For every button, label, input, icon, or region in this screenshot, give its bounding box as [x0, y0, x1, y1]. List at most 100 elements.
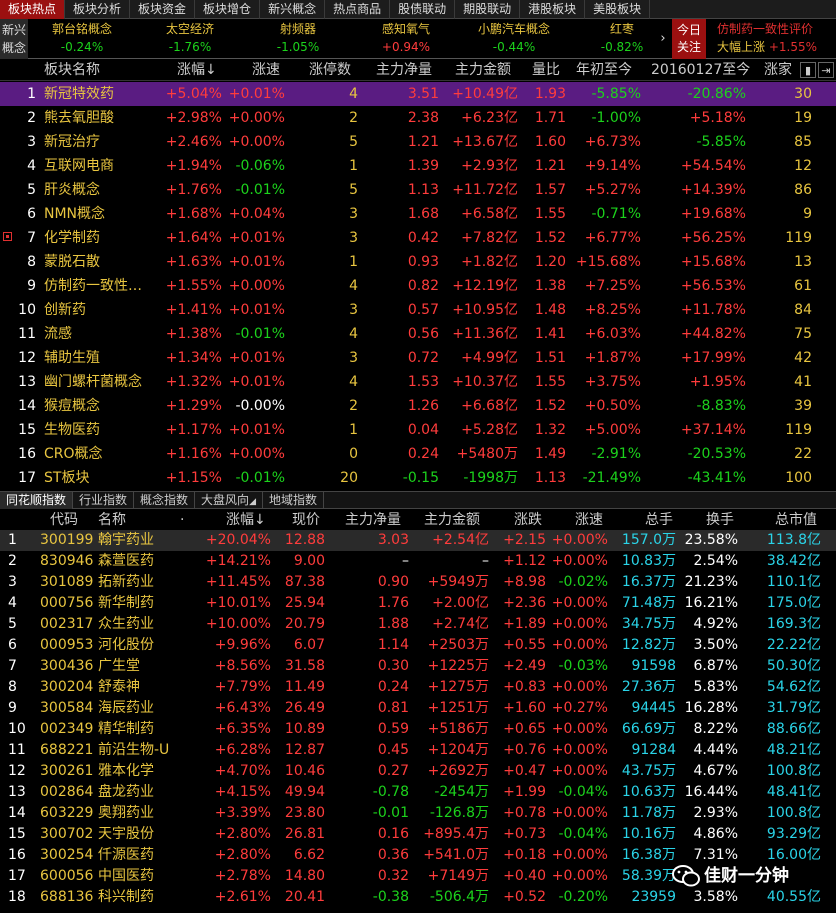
collapse-panel-icon[interactable]: ▮: [800, 62, 816, 78]
header-market-cap[interactable]: 总市值: [775, 510, 817, 531]
header-diff[interactable]: 涨跌: [514, 510, 542, 531]
stock-row[interactable]: 6 000953 河化股份 +9.96% 6.07 1.14 +2503万 +0.55 +0.0…: [0, 635, 836, 656]
stock-price: 14.80: [284, 868, 325, 884]
sector-name: ST板块: [44, 470, 90, 486]
exit-icon[interactable]: ⇥: [818, 62, 834, 78]
header-ytd[interactable]: 年初至今: [576, 59, 632, 81]
sector-row[interactable]: 9 仿制药一致性… +1.55% +0.00% 4 0.82 +12.19亿 1.38 +7.2…: [0, 274, 836, 298]
stock-row[interactable]: 10 002349 精华制药 +6.35% 10.89 0.59 +5186万 +0.65 +0…: [0, 719, 836, 740]
stock-row[interactable]: 3 301089 拓新药业 +11.45% 87.38 0.90 +5949万 +8.98 -0…: [0, 572, 836, 593]
chevron-right-icon[interactable]: ›: [655, 19, 671, 59]
stock-row[interactable]: 1 300199 翰宇药业 +20.04% 12.88 3.03 +2.54亿 +2.15 +0…: [0, 530, 836, 551]
sector-row[interactable]: 8 蒙脱石散 +1.63% +0.01% 1 0.93 +1.82亿 1.20 +15.68% +…: [0, 250, 836, 274]
stock-diff: +0.52: [503, 889, 546, 905]
sector-row[interactable]: 4 互联网电商 +1.94% -0.06% 1 1.39 +2.93亿 1.21 +9.14% +…: [0, 154, 836, 178]
stock-price: 11.49: [284, 679, 325, 695]
header-price[interactable]: 现价: [292, 510, 320, 531]
top-tab[interactable]: 新兴概念: [260, 0, 326, 19]
header-stock-main-amount[interactable]: 主力金额: [424, 510, 480, 531]
top-tab[interactable]: 板块增仓: [195, 0, 261, 19]
header-main-net[interactable]: 主力净量: [376, 59, 432, 81]
watermark-text: 佳财一分钟: [704, 866, 789, 886]
sector-row[interactable]: 17 ST板块 +1.15% -0.01% 20 -0.15 -1998万 1.13 -21.4…: [0, 466, 836, 490]
stock-row[interactable]: 13 002864 盘龙药业 +4.15% 49.94 -0.78 -2454万 +1.99-…: [0, 782, 836, 803]
top-tab[interactable]: 板块资金: [130, 0, 196, 19]
index-tab[interactable]: 概念指数: [134, 492, 196, 509]
header-volume[interactable]: 总手: [645, 510, 673, 531]
header-code[interactable]: 代码: [50, 510, 78, 531]
index-tab[interactable]: 大盘风向◢: [195, 492, 263, 509]
concept-item[interactable]: 太空经济 -1.76%: [136, 19, 244, 59]
sector-since: +17.99%: [680, 350, 746, 366]
header-turnover[interactable]: 换手: [706, 510, 734, 531]
sector-speed: +0.01%: [228, 86, 285, 102]
header-main-amount[interactable]: 主力金额: [455, 59, 511, 81]
header-change-label: 涨幅: [177, 62, 205, 78]
sector-since: +37.14%: [680, 422, 746, 438]
sector-change: +2.98%: [165, 110, 222, 126]
sector-row[interactable]: 11 流感 +1.38% -0.01% 4 0.56 +11.36亿 1.41 +6.03% +4…: [0, 322, 836, 346]
sector-row[interactable]: 13 幽门螺杆菌概念 +1.32% +0.01% 4 1.53 +10.37亿 1.55 +3.…: [0, 370, 836, 394]
sector-row[interactable]: 15 生物医药 +1.17% +0.01% 1 0.04 +5.28亿 1.32 +5.00% +…: [0, 418, 836, 442]
stock-market-cap: 93.29亿: [766, 826, 821, 842]
stock-row[interactable]: 15 300702 天宇股份 +2.80% 26.81 0.16 +895.4万 +0.73-…: [0, 824, 836, 845]
top-tab[interactable]: 板块热点: [0, 0, 66, 19]
sector-volume-ratio: 1.51: [534, 350, 566, 366]
header-speed[interactable]: 涨速: [252, 59, 280, 81]
focus-summary[interactable]: 仿制药一致性评价 大幅上涨 +1.55%: [706, 19, 836, 59]
header-stock-speed[interactable]: 涨速: [575, 510, 603, 531]
stock-row[interactable]: 4 000756 新华制药 +10.01% 25.94 1.76 +2.00亿 +2.36 +0…: [0, 593, 836, 614]
concept-item[interactable]: 感知氧气 +0.94%: [352, 19, 460, 59]
top-tab[interactable]: 港股板块: [520, 0, 586, 19]
stock-row[interactable]: 14 603229 奥翔药业 +3.39% 23.80 -0.01 -126.8万 +0.78…: [0, 803, 836, 824]
sector-row[interactable]: 7 化学制药 +1.64% +0.01% 3 0.42 +7.82亿 1.52 +6.77% +5…: [0, 226, 836, 250]
sector-row[interactable]: 2 熊去氧胆酸 +2.98% +0.00% 2 2.38 +6.23亿 1.71 -1.00% +…: [0, 106, 836, 130]
index-tab[interactable]: 地域指数: [263, 492, 324, 509]
sector-row[interactable]: 1 新冠特效药 +5.04% +0.01% 4 3.51 +10.49亿 1.93 -5.85%…: [0, 82, 836, 106]
top-tab[interactable]: 热点商品: [325, 0, 391, 19]
sector-row[interactable]: 12 辅助生殖 +1.34% +0.01% 3 0.72 +4.99亿 1.51 +1.87% +…: [0, 346, 836, 370]
stock-row[interactable]: 5 002317 众生药业 +10.00% 20.79 1.88 +2.74亿 +1.89 +0…: [0, 614, 836, 635]
concept-item[interactable]: 小鹏汽车概念 -0.44%: [460, 19, 568, 59]
sector-row[interactable]: 6 NMN概念 +1.68% +0.04% 3 1.68 +6.58亿 1.55 -0.71% +…: [0, 202, 836, 226]
sector-row[interactable]: 3 新冠治疗 +2.46% +0.00% 5 1.21 +13.67亿 1.60 +6.73% -…: [0, 130, 836, 154]
stock-turnover: 21.23%: [684, 574, 738, 590]
today-focus-button[interactable]: 今日关注: [672, 19, 706, 59]
sector-main-net: 2.38: [407, 110, 439, 126]
stock-row[interactable]: 12 300261 雅本化学 +4.70% 10.46 0.27 +2692万 +0.47 +0…: [0, 761, 836, 782]
sector-row[interactable]: 10 创新药 +1.41% +0.01% 3 0.57 +10.95亿 1.48 +8.25% +…: [0, 298, 836, 322]
stock-name: 海辰药业: [98, 700, 154, 716]
header-limit-up[interactable]: 涨停数: [309, 59, 351, 81]
sector-volume-ratio: 1.93: [534, 86, 566, 102]
focus-detail: 大幅上涨 +1.55%: [717, 39, 836, 55]
header-stock-change[interactable]: 涨幅↓: [226, 510, 266, 531]
sector-main-amount: -1998万: [463, 470, 518, 486]
top-tab[interactable]: 期股联动: [455, 0, 521, 19]
index-tab[interactable]: 同花顺指数: [0, 492, 74, 509]
concept-item[interactable]: 郭台铭概念 -0.24%: [28, 19, 136, 59]
sector-row[interactable]: 16 CRO概念 +1.16% +0.00% 0 0.24 +5480万 1.49 -2.91%…: [0, 442, 836, 466]
concept-strip: 新兴概念 郭台铭概念 -0.24% 太空经济 -1.76% 射频器 -1.05% 感知氧气 +…: [0, 19, 836, 59]
stock-row[interactable]: 8 300204 舒泰神 +7.79% 11.49 0.24 +1275万 +0.83 +0.0…: [0, 677, 836, 698]
concept-item[interactable]: 射频器 -1.05%: [244, 19, 352, 59]
header-stock-name[interactable]: 名称: [98, 510, 126, 531]
stock-row[interactable]: 2 830946 森萱医药 +14.21% 9.00– – +1.12 +0.00% 10.83…: [0, 551, 836, 572]
row-index: 9: [8, 700, 17, 716]
sector-row[interactable]: 5 肝炎概念 +1.76% -0.01% 5 1.13 +11.72亿 1.57 +5.27% +…: [0, 178, 836, 202]
stock-row[interactable]: 9 300584 海辰药业 +6.43% 26.49 0.81 +1251万 +1.60 +0.…: [0, 698, 836, 719]
header-since-date[interactable]: 20160127至今: [651, 59, 750, 81]
index-tab[interactable]: 行业指数: [73, 492, 135, 509]
header-up-count[interactable]: 涨家: [764, 59, 792, 81]
top-tab[interactable]: 板块分析: [65, 0, 131, 19]
top-tab[interactable]: 股债联动: [390, 0, 456, 19]
top-tab[interactable]: 美股板块: [585, 0, 651, 19]
stock-row[interactable]: 18 688136 科兴制药 +2.61% 20.41 -0.38 -506.4万 +0.52…: [0, 887, 836, 908]
header-sector-name[interactable]: 板块名称: [44, 59, 100, 81]
header-stock-main-net[interactable]: 主力净量: [345, 510, 401, 531]
sector-name: 流感: [44, 326, 72, 342]
stock-row[interactable]: 11 688221 前沿生物-U +6.28% 12.87 0.45 +1204万 +0.76…: [0, 740, 836, 761]
sector-row[interactable]: 14 猴痘概念 +1.29% -0.00% 2 1.26 +6.68亿 1.52 +0.50% -…: [0, 394, 836, 418]
header-change[interactable]: 涨幅↓: [177, 59, 217, 81]
header-volume-ratio[interactable]: 量比: [532, 59, 560, 81]
stock-row[interactable]: 7 300436 广生堂 +8.56% 31.58 0.30 +1225万 +2.49 -0.0…: [0, 656, 836, 677]
